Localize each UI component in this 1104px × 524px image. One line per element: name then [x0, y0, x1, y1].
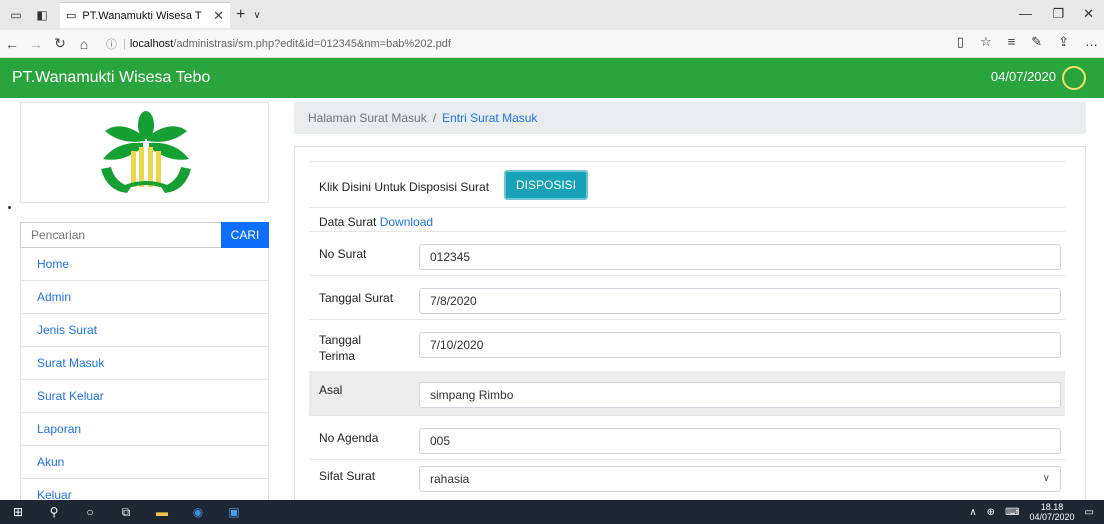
no-surat-label: No Surat — [319, 247, 367, 261]
tanggal-terima-input[interactable]: 7/10/2020 — [419, 332, 1061, 358]
favorite-star-icon[interactable]: ☆ — [980, 34, 992, 50]
disposisi-text: Klik Disini Untuk Disposisi Surat — [319, 180, 490, 194]
system-clock[interactable]: 18.18 04/07/2020 — [1030, 502, 1075, 522]
refresh-icon[interactable]: ↻ — [48, 35, 72, 52]
minimize-icon[interactable]: — — [1019, 6, 1032, 21]
search-input[interactable] — [20, 222, 221, 248]
app-icon[interactable]: ▣ — [216, 500, 252, 524]
task-view-icon[interactable]: ⧉ — [108, 500, 144, 524]
brand-title: PT.Wanamukti Wisesa Tebo — [12, 69, 211, 86]
file-explorer-icon[interactable]: ▬ — [144, 500, 180, 524]
no-agenda-label: No Agenda — [319, 431, 379, 445]
keyboard-icon[interactable]: ⌨ — [1005, 507, 1019, 518]
info-icon: ⓘ — [106, 38, 117, 51]
breadcrumb-current[interactable]: Entri Surat Masuk — [442, 111, 537, 125]
breadcrumb: Halaman Surat Masuk / Entri Surat Masuk — [294, 102, 1086, 134]
no-surat-row: No Surat 012345 — [309, 231, 1065, 275]
tanggal-terima-label: Tanggal Terima — [319, 333, 362, 363]
tab-title: PT.Wanamukti Wisesa T — [82, 9, 202, 22]
sifat-surat-select[interactable]: rahasia ∨ — [419, 466, 1061, 492]
tanggal-surat-row: Tanggal Surat 7/8/2020 — [309, 275, 1065, 319]
clock-time: 18.18 — [1040, 502, 1064, 512]
breadcrumb-separator: / — [432, 111, 437, 125]
url-host: localhost — [129, 37, 174, 50]
data-surat-label: Data Surat — [319, 215, 377, 229]
tanggal-surat-label: Tanggal Surat — [319, 291, 394, 305]
sidebar-item-surat-keluar[interactable]: Surat Keluar — [21, 380, 268, 413]
sidebar-item-laporan[interactable]: Laporan — [21, 413, 268, 446]
sifat-surat-row: Sifat Surat rahasia ∨ — [309, 459, 1065, 503]
disposisi-text-wrap: Klik Disini Untuk Disposisi Surat — [319, 179, 489, 195]
url-path: /administrasi/sm.php?edit&id=012345&nm=b… — [173, 37, 451, 50]
windows-start-icon[interactable]: ⊞ — [0, 500, 36, 524]
breadcrumb-parent[interactable]: Halaman Surat Masuk — [308, 111, 427, 125]
header-logo-icon — [1062, 66, 1086, 90]
data-surat-label-wrap: Data Surat Download — [319, 214, 433, 230]
stray-dot — [8, 206, 11, 209]
share-icon[interactable]: ⇪ — [1058, 34, 1069, 50]
home-icon[interactable]: ⌂ — [72, 36, 96, 52]
new-tab-icon[interactable]: + — [236, 6, 245, 24]
asal-input[interactable]: simpang Rimbo — [419, 382, 1061, 408]
favorites-list-icon[interactable]: ≡ — [1008, 34, 1016, 50]
browser-tab[interactable]: ▭ PT.Wanamukti Wisesa T ✕ — [60, 2, 230, 28]
tab-back-icon[interactable]: ◧ — [32, 5, 52, 25]
company-logo-icon — [101, 111, 191, 193]
asal-label: Asal — [319, 383, 343, 397]
no-surat-input[interactable]: 012345 — [419, 244, 1061, 270]
tanggal-terima-row: Tanggal Terima 7/10/2020 — [309, 319, 1065, 371]
data-surat-row: Data Surat Download — [309, 207, 1065, 231]
windows-taskbar: ⊞ ⚲ ○ ⧉ ▬ ◉ ▣ ∧ ⊕ ⌨ 18.18 04/07/2020 ▭ — [0, 500, 1104, 524]
asal-row: Asal simpang Rimbo — [309, 371, 1065, 415]
tab-actions-icon[interactable]: ▭ — [6, 5, 26, 25]
disposisi-row: Klik Disini Untuk Disposisi Surat DISPOS… — [309, 161, 1065, 207]
sidebar-item-akun[interactable]: Akun — [21, 446, 268, 479]
sidebar-item-jenis-surat[interactable]: Jenis Surat — [21, 314, 268, 347]
close-window-icon[interactable]: ✕ — [1083, 6, 1094, 22]
close-tab-icon[interactable]: ✕ — [213, 8, 224, 24]
url-field[interactable]: ⓘ | localhost /administrasi/sm.php?edit&… — [106, 33, 866, 55]
edge-browser-icon[interactable]: ◉ — [180, 500, 216, 524]
sidebar-item-surat-masuk[interactable]: Surat Masuk — [21, 347, 268, 380]
search-bar: CARI — [20, 222, 269, 248]
download-link[interactable]: Download — [380, 215, 433, 229]
address-bar: ← → ↻ ⌂ ⓘ | localhost /administrasi/sm.p… — [0, 30, 1104, 58]
notification-icon[interactable]: ▭ — [1085, 507, 1094, 518]
tanggal-surat-input[interactable]: 7/8/2020 — [419, 288, 1061, 314]
header-date: 04/07/2020 — [990, 69, 1056, 84]
sidebar-item-home[interactable]: Home — [21, 248, 268, 281]
page-icon: ▭ — [66, 10, 77, 22]
company-logo-box — [20, 102, 269, 203]
sifat-surat-label: Sifat Surat — [319, 469, 376, 483]
forward-icon[interactable]: → — [24, 36, 48, 52]
no-agenda-row: No Agenda 005 — [309, 415, 1065, 459]
clock-date: 04/07/2020 — [1029, 512, 1075, 522]
more-icon[interactable]: … — [1085, 34, 1098, 50]
back-icon[interactable]: ← — [0, 36, 24, 52]
app-header: PT.Wanamukti Wisesa Tebo 04/07/2020 — [0, 58, 1104, 98]
pen-icon[interactable]: ✎ — [1031, 34, 1042, 50]
surat-form-card: Klik Disini Untuk Disposisi Surat DISPOS… — [294, 146, 1086, 506]
restore-icon[interactable]: ❐ — [1052, 6, 1064, 22]
cortana-icon[interactable]: ○ — [72, 500, 108, 524]
chevron-down-icon[interactable]: ∨ — [253, 10, 260, 21]
url-divider: | — [123, 37, 126, 50]
browser-tab-bar: ▭ ◧ ▭ PT.Wanamukti Wisesa T ✕ + ∨ — ❐ ✕ — [0, 0, 1104, 30]
chevron-down-icon: ∨ — [1042, 473, 1050, 484]
search-icon[interactable]: ⚲ — [36, 500, 72, 524]
sidebar-menu: Home Admin Jenis Surat Surat Masuk Surat… — [20, 248, 269, 513]
sifat-surat-value: rahasia — [430, 472, 470, 486]
disposisi-button[interactable]: DISPOSISI — [504, 170, 589, 200]
search-button[interactable]: CARI — [221, 222, 269, 248]
tray-expand-icon[interactable]: ∧ — [969, 507, 976, 518]
sidebar-item-admin[interactable]: Admin — [21, 281, 268, 314]
network-icon[interactable]: ⊕ — [987, 507, 995, 518]
no-agenda-input[interactable]: 005 — [419, 428, 1061, 454]
reading-view-icon[interactable]: ▯ — [957, 34, 964, 50]
